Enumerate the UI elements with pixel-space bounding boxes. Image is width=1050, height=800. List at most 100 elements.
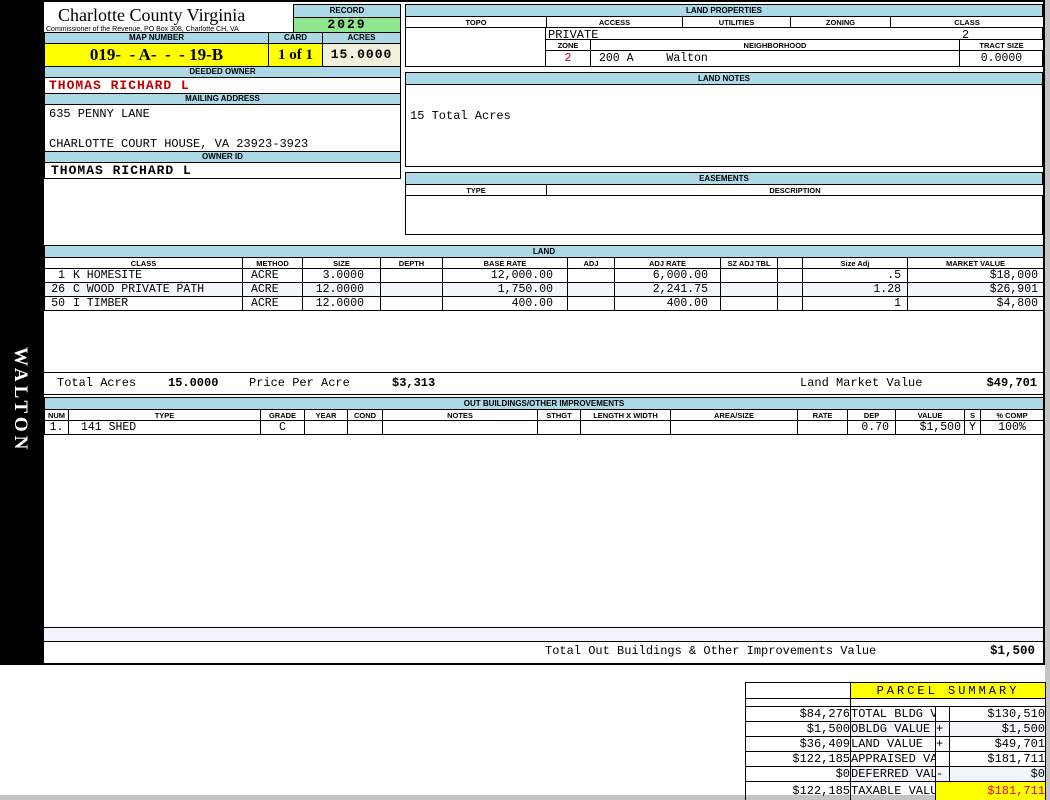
land-adj-rate: 2,241.75 <box>614 282 721 297</box>
record-value: 2029 <box>293 17 401 33</box>
land-class-name: I TIMBER <box>73 297 129 310</box>
ob-value: $1,500 <box>895 420 965 435</box>
land-col-market-value: MARKET VALUE <box>906 257 1045 269</box>
appraised-value-label: APPRAISED VALUE <box>850 751 936 767</box>
ob-cond <box>347 420 383 435</box>
land-section-title: LAND <box>43 245 1045 258</box>
land-class-name: C WOOD PRIVATE PATH <box>73 283 205 296</box>
land-size-adj: 1.28 <box>802 282 908 297</box>
spacer-row <box>44 627 1043 642</box>
utilities-label: UTILITIES <box>682 16 791 28</box>
land-class-num: 26 <box>51 283 65 296</box>
land-table: LAND CLASS METHOD SIZE DEPTH BASE RATE A… <box>43 245 1045 311</box>
easements-header-row: TYPE DESCRIPTION <box>405 184 1044 196</box>
land-class-num: 1 <box>58 269 65 282</box>
deferred-value: $0 <box>948 766 1047 782</box>
neighborhood-code: 200 A <box>599 52 634 65</box>
land-market-value-label: Land Market Value <box>800 376 923 390</box>
parcel-summary-title: PARCEL SUMMARY <box>849 682 1047 699</box>
land-depth <box>380 296 443 311</box>
easement-description-label: DESCRIPTION <box>546 184 1044 196</box>
land-market-value: $18,000 <box>906 268 1045 283</box>
land-method: ACRE <box>242 282 303 297</box>
summary-row: $0 DEFERRED VALUE - $0 <box>745 766 1047 782</box>
easements-box: EASEMENTS TYPE DESCRIPTION <box>405 172 1044 235</box>
ob-col-num: NUM <box>44 409 69 421</box>
ob-col-length-width: LENGTH X WIDTH <box>580 409 671 421</box>
ob-col-year: YEAR <box>304 409 348 421</box>
neighborhood-label: NEIGHBORHOOD <box>590 39 960 51</box>
summary-blank-cell <box>745 682 851 699</box>
zone-label: ZONE <box>545 39 591 51</box>
ob-num: 1. <box>44 420 69 435</box>
land-notes-box: LAND NOTES 15 Total Acres <box>405 72 1043 167</box>
address-line-1: 635 PENNY LANE <box>49 107 150 121</box>
ob-type: 141 SHED <box>68 420 261 435</box>
mailing-address-box: 635 PENNY LANE CHARLOTTE COURT HOUSE, VA… <box>44 104 401 152</box>
out-building-row: 1. 141 SHED C 0.70 $1,500 Y 100% <box>44 420 1045 435</box>
ob-s: Y <box>964 420 981 435</box>
easement-type-label: TYPE <box>405 184 547 196</box>
address-line-2: CHARLOTTE COURT HOUSE, VA 23923-3923 <box>49 137 309 151</box>
land-row: 26 C WOOD PRIVATE PATH ACRE 12.0000 1,750… <box>44 282 1045 297</box>
sign-cell: - <box>935 766 950 782</box>
summary-row: $84,276 TOTAL BLDG VALUE $130,510 <box>745 706 1047 722</box>
out-buildings-total-label: Total Out Buildings & Other Improvements… <box>545 644 877 658</box>
out-buildings-table: OUT BUILDINGS/OTHER IMPROVEMENTS NUM TYP… <box>43 397 1045 435</box>
property-record-page: WALTON Charlotte County Virginia Commiss… <box>0 0 1050 800</box>
county-header: Charlotte County Virginia Commissioner o… <box>44 2 294 33</box>
record-label: RECORD <box>293 4 401 18</box>
prior-land-value: $36,409 <box>745 736 851 752</box>
land-market-value: $26,901 <box>906 282 1045 297</box>
land-notes-text: 15 Total Acres <box>410 109 511 123</box>
land-totals-row: Total Acres 15.0000 Price Per Acre $3,31… <box>44 372 1043 395</box>
out-buildings-header-row: NUM TYPE GRADE YEAR COND NOTES STHGT LEN… <box>44 409 1045 421</box>
land-sz-adj-tbl <box>720 282 778 297</box>
land-market-value: $4,800 <box>906 296 1045 311</box>
land-notes-title: LAND NOTES <box>406 73 1042 85</box>
land-size: 3.0000 <box>302 268 381 283</box>
land-col-sz-adj-tbl: SZ ADJ TBL <box>720 257 778 269</box>
land-base-rate: 1,750.00 <box>442 282 568 297</box>
land-sz-adj-tbl <box>720 296 778 311</box>
acres-value: 15.0000 <box>322 43 401 67</box>
summary-row: $1,500 OBLDG VALUE + $1,500 <box>745 721 1047 737</box>
land-properties-header-row: TOPO ACCESS UTILITIES ZONING CLASS <box>405 16 1044 28</box>
land-adj <box>567 296 615 311</box>
neighborhood-value: 200 A Walton <box>590 50 960 67</box>
county-title: Charlotte County Virginia <box>58 5 246 25</box>
land-method: ACRE <box>242 296 303 311</box>
ob-sthgt <box>537 420 581 435</box>
prior-appraised-value: $122,185 <box>745 751 851 767</box>
sign-cell <box>935 706 950 722</box>
land-method: ACRE <box>242 268 303 283</box>
prior-deferred-value: $0 <box>745 766 851 782</box>
owner-id-value: THOMAS RICHARD L <box>44 162 401 179</box>
summary-row: $122,185 APPRAISED VALUE $181,711 <box>745 751 1047 767</box>
land-col-depth: DEPTH <box>380 257 443 269</box>
zone-value: 2 <box>545 50 591 67</box>
zoning-label: ZONING <box>790 16 891 28</box>
ob-year <box>304 420 348 435</box>
land-row: 1 K HOMESITE ACRE 3.0000 12,000.00 6,000.… <box>44 268 1045 283</box>
summary-title-row: PARCEL SUMMARY <box>745 682 1047 699</box>
land-row: 50 I TIMBER ACRE 12.0000 400.00 400.00 1 … <box>44 296 1045 311</box>
ob-col-s: S <box>964 409 981 421</box>
ob-col-type: TYPE <box>68 409 261 421</box>
land-col-adj-rate: ADJ RATE <box>614 257 721 269</box>
ob-rate <box>797 420 848 435</box>
out-buildings-total-value: $1,500 <box>989 644 1035 658</box>
land-col-method: METHOD <box>242 257 303 269</box>
card-value: 1 of 1 <box>268 43 323 67</box>
land-col-size-adj: Size Adj <box>802 257 908 269</box>
summary-taxable-row: $122,185 TAXABLE VALUE $181,711 <box>745 781 1047 800</box>
ob-col-area-size: AREA/SIZE <box>670 409 798 421</box>
class-label: CLASS <box>890 16 1044 28</box>
sidebar: WALTON <box>0 0 42 665</box>
ob-col-grade: GRADE <box>260 409 305 421</box>
ob-dep: 0.70 <box>847 420 896 435</box>
land-col-blank <box>777 257 803 269</box>
total-bldg-value: $130,510 <box>948 706 1047 722</box>
land-value-label: LAND VALUE <box>850 736 936 752</box>
land-properties-box: LAND PROPERTIES TOPO ACCESS UTILITIES ZO… <box>405 4 1044 67</box>
